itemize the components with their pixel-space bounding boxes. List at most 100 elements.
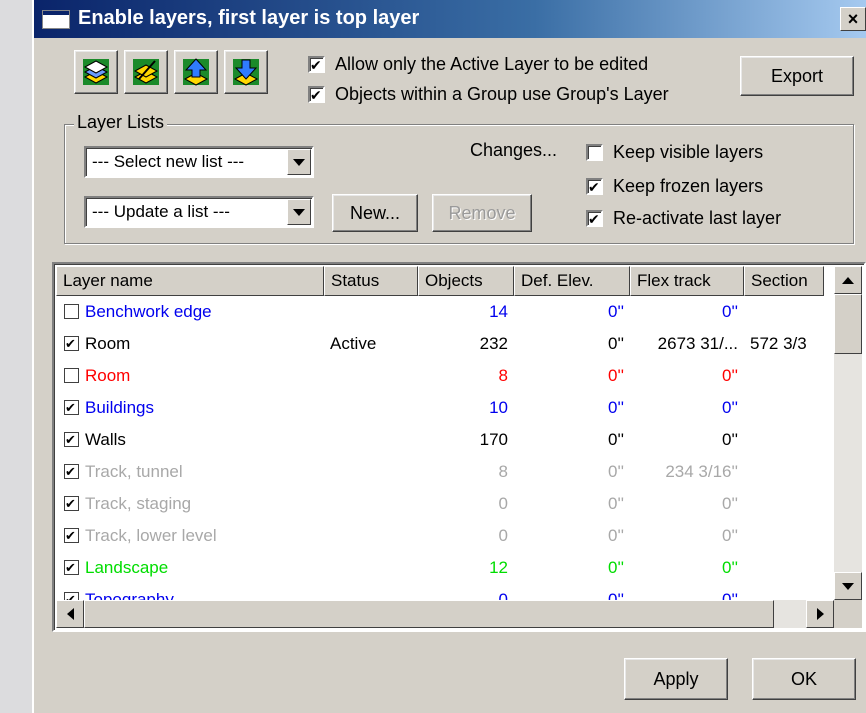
layer-name-cell[interactable]: Track, staging [56,488,324,520]
layer-def-elev: 0'' [608,398,624,417]
layer-flex-track: 0'' [722,558,738,577]
column-header-def-elev[interactable]: Def. Elev. [514,266,630,296]
group-layer-checkbox[interactable] [308,86,325,103]
layer-section [744,488,824,520]
column-header-objects[interactable]: Objects [418,266,514,296]
scroll-left-button[interactable] [56,600,84,628]
layer-visible-checkbox[interactable] [64,559,79,575]
select-new-list-dropdown[interactable]: --- Select new list --- [84,146,314,178]
layer-section [744,520,824,552]
table-row[interactable]: Room 8 0'' 0'' [56,360,834,392]
layer-def-elev: 0'' [608,430,624,449]
horizontal-scrollbar[interactable] [56,600,834,628]
layer-name-cell[interactable]: Topography [56,584,324,600]
layer-name: Track, staging [85,494,192,513]
layer-status [324,520,418,552]
layer-def-elev: 0'' [608,494,624,513]
layer-visible-checkbox[interactable] [64,335,79,351]
layer-tool-button-4[interactable] [224,50,268,94]
table-row[interactable]: Benchwork edge 14 0'' 0'' [56,296,834,328]
layer-visible-checkbox[interactable] [64,527,79,543]
column-header-status[interactable]: Status [324,266,418,296]
table-row[interactable]: Track, lower level 0 0'' 0'' [56,520,834,552]
layer-objects: 8 [498,462,508,481]
horizontal-scroll-thumb[interactable] [84,600,774,628]
keep-visible-option[interactable]: Keep visible layers [586,142,763,163]
layer-name-cell[interactable]: Landscape [56,552,324,584]
layer-def-elev: 0'' [608,590,624,600]
chevron-down-icon[interactable] [287,149,311,175]
layer-name: Room [85,366,131,385]
layer-name-cell[interactable]: Buildings [56,392,324,424]
table-row[interactable]: Track, tunnel 8 0'' 234 3/16'' [56,456,834,488]
layer-name-cell[interactable]: Benchwork edge [56,296,324,328]
group-layer-option[interactable]: Objects within a Group use Group's Layer [308,84,669,105]
layer-name-cell[interactable]: Track, tunnel [56,456,324,488]
layer-flex-track: 0'' [722,590,738,600]
allow-active-only-checkbox[interactable] [308,56,325,73]
scroll-down-button[interactable] [834,572,862,600]
keep-visible-checkbox[interactable] [586,144,603,161]
column-header-section[interactable]: Section [744,266,824,296]
layer-visible-checkbox[interactable] [64,463,79,479]
layers-edit-icon [133,59,159,85]
table-row[interactable]: Buildings 10 0'' 0'' [56,392,834,424]
move-layer-down-icon [233,59,259,86]
layer-section [744,424,824,456]
layer-tool-button-1[interactable] [74,50,118,94]
vertical-scrollbar[interactable] [834,266,862,600]
layer-name-cell[interactable]: Track, lower level [56,520,324,552]
table-row[interactable]: Track, staging 0 0'' 0'' [56,488,834,520]
layer-visible-checkbox[interactable] [64,399,79,415]
layer-visible-checkbox[interactable] [64,303,79,319]
layer-tool-button-2[interactable] [124,50,168,94]
table-row[interactable]: Landscape 12 0'' 0'' [56,552,834,584]
layer-visible-checkbox[interactable] [64,591,79,600]
layer-def-elev: 0'' [608,302,624,321]
update-list-dropdown[interactable]: --- Update a list --- [84,196,314,228]
layer-name-cell[interactable]: Room [56,360,324,392]
layer-objects: 170 [479,430,508,449]
layer-name-cell[interactable]: Room [56,328,324,360]
layer-status [324,584,418,600]
layer-flex-track: 0'' [722,430,738,449]
table-row[interactable]: Room Active 232 0'' 2673 31/... 572 3/3 [56,328,834,360]
layer-visible-checkbox[interactable] [64,495,79,511]
layer-tool-button-3[interactable] [174,50,218,94]
scroll-right-button[interactable] [806,600,834,628]
column-header-flex-track[interactable]: Flex track [630,266,744,296]
layer-objects: 10 [489,398,508,417]
layer-def-elev: 0'' [608,462,624,481]
keep-frozen-option[interactable]: Keep frozen layers [586,176,763,197]
layer-status [324,296,418,328]
allow-active-only-option[interactable]: Allow only the Active Layer to be edited [308,54,648,75]
ok-button[interactable]: OK [752,658,856,700]
layer-table[interactable]: Layer name Status Objects Def. Elev. Fle… [52,262,866,632]
title-bar[interactable]: Enable layers, first layer is top layer … [34,0,866,38]
reactivate-checkbox[interactable] [586,210,603,227]
dialog-title: Enable layers, first layer is top layer [78,7,420,29]
layer-visible-checkbox[interactable] [64,431,79,447]
column-header-layer-name[interactable]: Layer name [56,266,324,296]
apply-button[interactable]: Apply [624,658,728,700]
scroll-up-button[interactable] [834,266,862,294]
layer-objects: 0 [498,526,508,545]
layer-visible-checkbox[interactable] [64,367,79,383]
vertical-scroll-thumb[interactable] [834,294,862,354]
table-header: Layer name Status Objects Def. Elev. Fle… [56,266,834,296]
new-list-button[interactable]: New... [332,194,418,232]
table-row[interactable]: Topography 0 0'' 0'' [56,584,834,600]
layers-active-icon [83,59,109,85]
remove-list-button[interactable]: Remove [432,194,532,232]
reactivate-option[interactable]: Re-activate last layer [586,208,781,229]
layer-name-cell[interactable]: Walls [56,424,324,456]
chevron-down-icon[interactable] [287,199,311,225]
keep-frozen-checkbox[interactable] [586,178,603,195]
layer-status [324,456,418,488]
close-button[interactable]: × [840,7,866,31]
layers-dialog: Enable layers, first layer is top layer … [32,0,866,713]
export-button[interactable]: Export [740,56,854,96]
table-row[interactable]: Walls 170 0'' 0'' [56,424,834,456]
ok-label: OK [790,668,817,689]
layer-status: Active [330,334,377,353]
